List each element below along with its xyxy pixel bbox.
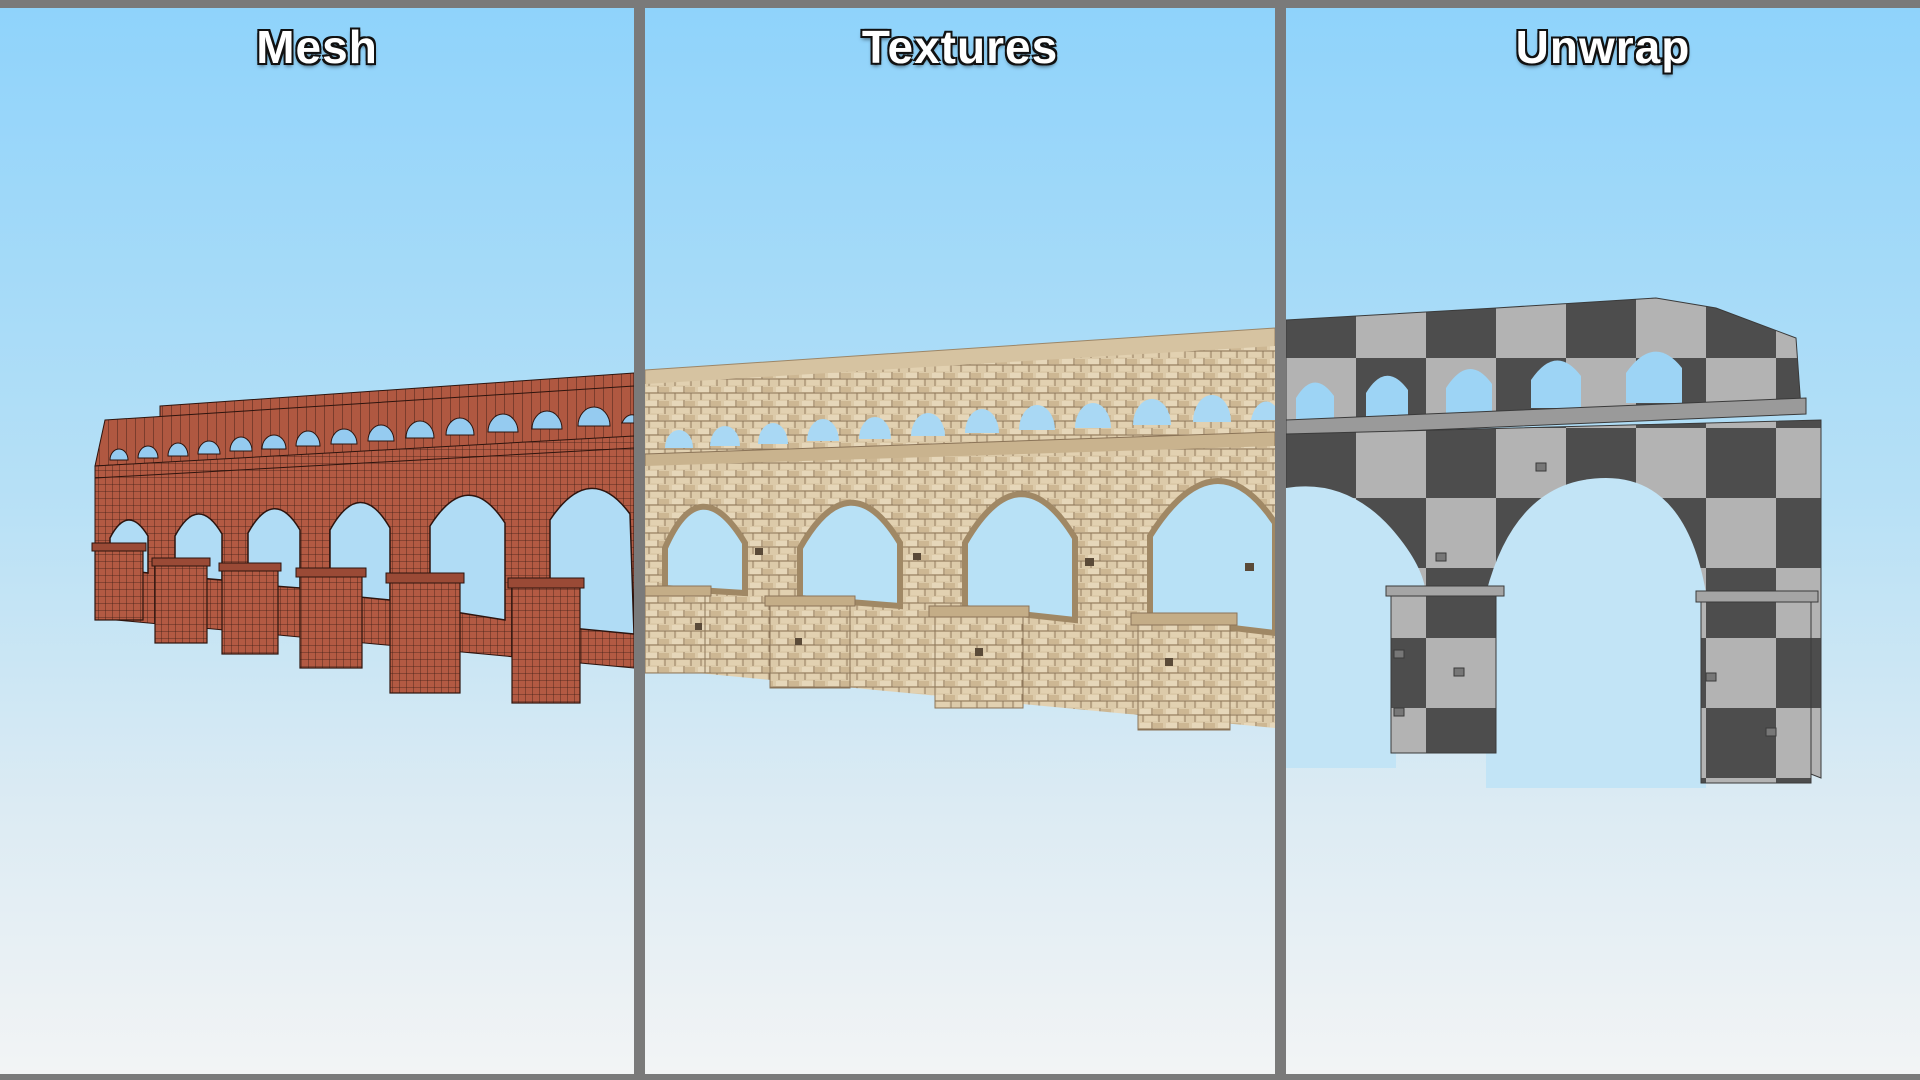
mesh-aqueduct-render [91, 372, 634, 704]
panel-title-mesh: Mesh [256, 21, 378, 73]
panel-mesh: Mesh [0, 8, 634, 1074]
panel-title-textures: Textures [861, 21, 1059, 73]
textured-aqueduct-render [645, 327, 1275, 731]
panel-title-unwrap: Unwrap [1515, 21, 1691, 73]
panel-unwrap: Unwrap [1286, 8, 1920, 1074]
panel-textures: Textures [645, 8, 1275, 1074]
comparison-frame: Mesh Textures Unwrap [0, 0, 1920, 1080]
unwrap-checker-aqueduct-render [1286, 297, 1822, 788]
